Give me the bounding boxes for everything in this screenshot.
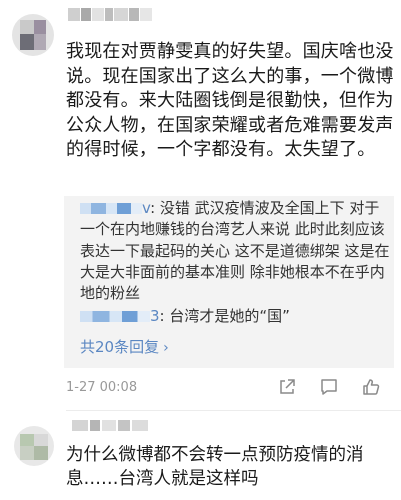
more-replies-label[interactable]: 共20条回复 <box>80 338 159 356</box>
reply-username-pixelated[interactable] <box>80 203 142 214</box>
comment-thread: 我现在对贾静雯真的好失望。国庆啥也没说。现在国家出了这么大的事，一个微博都没有。… <box>0 0 401 500</box>
chevron-right-icon: › <box>163 340 169 356</box>
replies-box[interactable]: v: 没错 武汉疫情波及全国上下 对于一个在内地赚钱的台湾艺人来说 此时此刻应该… <box>64 196 394 368</box>
comment-actions <box>277 377 381 397</box>
share-icon[interactable] <box>277 377 297 397</box>
reply-item[interactable]: v: 没错 武汉疫情波及全国上下 对于一个在内地赚钱的台湾艺人来说 此时此刻应该… <box>80 198 390 304</box>
comment-timestamp: 1-27 00:08 <box>66 380 138 395</box>
user-avatar[interactable] <box>12 14 54 56</box>
divider <box>66 410 401 411</box>
reply-text: : 没错 武汉疫情波及全国上下 对于一个在内地赚钱的台湾艺人来说 此时此刻应该表… <box>80 199 390 303</box>
reply-item[interactable]: 3: 台湾才是她的“国” <box>80 306 390 327</box>
like-icon[interactable] <box>361 377 381 397</box>
reply-username-suffix[interactable]: v <box>142 199 150 217</box>
reply-text: : 台湾才是她的“国” <box>159 307 290 325</box>
username-pixelated[interactable] <box>72 420 148 431</box>
user-avatar[interactable] <box>14 426 54 466</box>
reply-username-pixelated[interactable] <box>80 311 150 322</box>
comment-icon[interactable] <box>319 377 339 397</box>
username-pixelated[interactable] <box>68 8 152 24</box>
comment-text: 为什么微博都不会转一点预防疫情的消息……台湾人就是这样吗 <box>66 445 364 489</box>
reply-username-suffix[interactable]: 3 <box>150 307 160 325</box>
more-replies-link[interactable]: 共20条回复 › <box>80 336 169 359</box>
comment-text: 我现在对贾静雯真的好失望。国庆啥也没说。现在国家出了这么大的事，一个微博都没有。… <box>66 41 394 160</box>
